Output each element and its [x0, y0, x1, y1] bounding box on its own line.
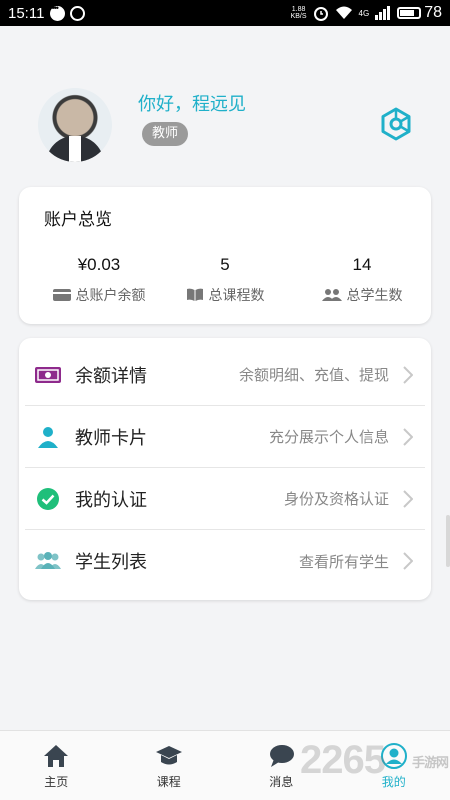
menu-card: 余额详情 余额明细、充值、提现 教师卡片 充分展示个人信息 我的认证 身份及资格… [19, 338, 431, 600]
menu-item-student-list-subtitle: 查看所有学生 [298, 552, 389, 571]
menu-item-teacher-card[interactable]: 教师卡片 充分展示个人信息 [25, 406, 425, 468]
status-bar: 15:11 1.88 KB/S 4G 78 [0, 0, 450, 26]
graduation-cap-icon [155, 746, 182, 765]
nav-item-home[interactable]: 主页 [0, 731, 113, 800]
settings-button[interactable] [378, 106, 414, 142]
stat-courses-label: 总课程数 [150, 285, 300, 305]
network-speed-value: 1.88 [291, 6, 306, 13]
network-speed: 1.88 KB/S [291, 6, 307, 20]
chat-icon [270, 745, 295, 767]
stat-students-label: 总学生数 [287, 285, 437, 305]
chevron-right-icon [397, 488, 419, 510]
menu-item-certification-subtitle: 身份及资格认证 [283, 490, 389, 508]
stat-courses-text: 总课程数 [208, 288, 265, 304]
battery: 78 [397, 4, 442, 22]
book-icon [186, 288, 203, 301]
status-time: 15:11 [8, 4, 45, 22]
message-notification-icon [50, 3, 66, 21]
stat-balance-text: 总账户余额 [75, 288, 146, 304]
nav-item-courses[interactable]: 课程 [113, 731, 226, 800]
menu-item-student-list-label: 学生列表 [75, 552, 147, 573]
stat-courses-value: 5 [220, 255, 230, 274]
menu-item-certification[interactable]: 我的认证 身份及资格认证 [25, 468, 425, 530]
chevron-right-icon [397, 426, 419, 448]
avatar[interactable] [38, 88, 112, 162]
menu-item-teacher-card-label: 教师卡片 [75, 427, 147, 449]
wifi-icon [335, 6, 352, 19]
battery-icon [397, 7, 422, 19]
menu-item-certification-label: 我的认证 [75, 489, 147, 511]
nav-item-messages-label: 消息 [269, 775, 294, 789]
check-notification-icon [70, 5, 86, 21]
alarm-icon [313, 7, 328, 21]
nav-item-courses-label: 课程 [156, 775, 181, 789]
network-speed-unit: KB/S [290, 13, 307, 20]
watermark-text: 2265 [300, 738, 386, 782]
role-badge: 教师 [142, 122, 189, 146]
status-right: 1.88 KB/S 4G 78 [291, 4, 442, 22]
money-icon [33, 360, 63, 390]
stat-courses[interactable]: 5 总课程数 [150, 255, 300, 305]
profile-header: 你好，程远见 教师 [0, 26, 450, 186]
check-circle-icon [33, 484, 63, 514]
signal-icon [375, 6, 391, 20]
home-icon [44, 745, 69, 767]
menu-item-balance-subtitle: 余额明细、充值、提现 [238, 366, 389, 384]
stat-students-text: 总学生数 [346, 288, 403, 304]
watermark-subtext: 手游网 [412, 755, 449, 770]
watermark-logo: 2265 手游网 [300, 738, 449, 783]
group-icon [33, 546, 63, 576]
menu-item-teacher-card-subtitle: 充分展示个人信息 [268, 428, 389, 446]
nav-item-mine-label: 我的 [381, 775, 406, 789]
scroll-indicator [446, 515, 450, 567]
account-overview-card: 账户总览 ¥0.03 总账户余额 5 总课程数 14 总学生数 [19, 187, 431, 324]
battery-level: 78 [424, 4, 442, 21]
person-icon [33, 422, 63, 452]
greeting-text: 你好，程远见 [138, 94, 246, 115]
chevron-right-icon [397, 364, 419, 386]
gear-icon [381, 107, 411, 141]
people-icon [321, 289, 342, 301]
menu-item-student-list[interactable]: 学生列表 查看所有学生 [25, 530, 425, 592]
stat-students-value: 14 [352, 255, 372, 274]
network-type: 4G [358, 8, 370, 18]
stat-students[interactable]: 14 总学生数 [287, 255, 437, 305]
chevron-right-icon [397, 550, 419, 572]
menu-item-balance-label: 余额详情 [75, 365, 147, 387]
nav-item-home-label: 主页 [44, 775, 69, 789]
wallet-icon [52, 289, 71, 301]
menu-item-balance[interactable]: 余额详情 余额明细、充值、提现 [25, 344, 425, 406]
overview-title: 账户总览 [44, 210, 112, 230]
